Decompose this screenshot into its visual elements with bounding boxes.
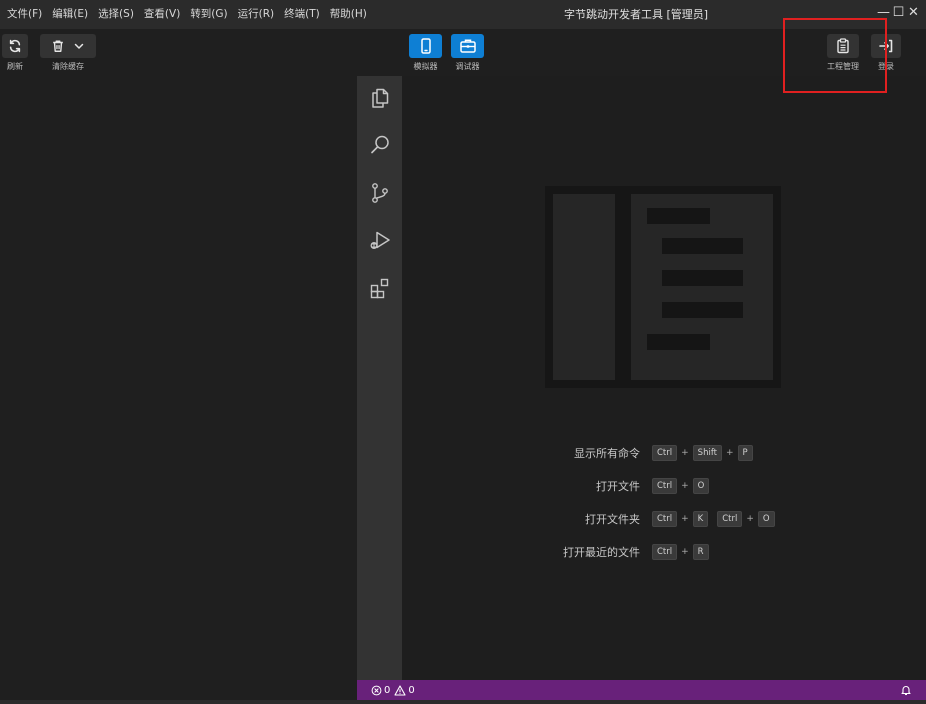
menu-bar: 文件(F) 编辑(E) 选择(S) 查看(V) 转到(G) 运行(R) 终端(T… xyxy=(0,0,372,29)
warning-count: 0 xyxy=(408,684,415,696)
run-debug-icon[interactable] xyxy=(368,228,392,252)
simulator-label: 模拟器 xyxy=(413,62,438,71)
toolbar: 刷新 清除缓存 模拟器 调试器 工程管理 登录 xyxy=(0,29,926,76)
shortcut-keys: Ctrl + R xyxy=(652,544,709,560)
shortcut-row-open-recent: 打开最近的文件 Ctrl + R xyxy=(402,543,926,561)
menu-go[interactable]: 转到(G) xyxy=(185,0,232,29)
key-ctrl: Ctrl xyxy=(652,511,678,527)
window-bottom-border xyxy=(0,700,926,704)
login-tool: 登录 xyxy=(870,34,902,72)
debugger-label: 调试器 xyxy=(455,62,480,71)
login-icon xyxy=(879,39,893,53)
minimize-button[interactable]: — xyxy=(877,3,890,21)
shortcut-row-open-file: 打开文件 Ctrl + O xyxy=(402,477,926,495)
project-manage-tool: 工程管理 xyxy=(823,34,863,72)
window-title: 字节跳动开发者工具 [管理员] xyxy=(564,8,709,21)
shortcut-label: 显示所有命令 xyxy=(574,447,640,460)
refresh-tool: 刷新 xyxy=(2,34,28,72)
key-ctrl: Ctrl xyxy=(652,445,678,461)
key-o: O xyxy=(692,478,710,494)
debugger-tool: 调试器 xyxy=(451,34,484,72)
shortcut-keys: Ctrl + O xyxy=(652,478,710,494)
clipboard-icon xyxy=(837,38,849,54)
menu-file[interactable]: 文件(F) xyxy=(2,0,47,29)
menu-edit[interactable]: 编辑(E) xyxy=(47,0,93,29)
clear-cache-button[interactable] xyxy=(40,34,96,58)
shortcut-keys: Ctrl + K Ctrl + O xyxy=(652,511,775,527)
key-shift: Shift xyxy=(692,445,722,461)
simulator-button[interactable] xyxy=(409,34,442,58)
source-control-icon[interactable] xyxy=(368,181,392,205)
refresh-label: 刷新 xyxy=(7,62,23,71)
menu-help[interactable]: 帮助(H) xyxy=(325,0,372,29)
debugger-button[interactable] xyxy=(451,34,484,58)
key-r: R xyxy=(692,544,709,560)
key-k: K xyxy=(692,511,709,527)
menu-terminal[interactable]: 终端(T) xyxy=(279,0,325,29)
login-button[interactable] xyxy=(871,34,901,58)
shortcut-row-open-folder: 打开文件夹 Ctrl + K Ctrl + O xyxy=(402,510,926,528)
shortcut-label: 打开文件夹 xyxy=(585,513,640,526)
project-manage-button[interactable] xyxy=(827,34,859,58)
error-icon xyxy=(371,685,382,695)
error-count: 0 xyxy=(384,684,391,696)
refresh-icon xyxy=(9,39,21,53)
title-bar: 文件(F) 编辑(E) 选择(S) 查看(V) 转到(G) 运行(R) 终端(T… xyxy=(0,0,926,30)
menu-selection[interactable]: 选择(S) xyxy=(93,0,139,29)
extensions-icon[interactable] xyxy=(368,276,392,300)
problems-indicator[interactable]: 0 0 xyxy=(371,680,415,700)
refresh-button[interactable] xyxy=(2,34,28,58)
simulator-tool: 模拟器 xyxy=(409,34,442,72)
chevron-down-icon[interactable] xyxy=(73,40,85,52)
key-o: O xyxy=(757,511,775,527)
clear-cache-tool: 清除缓存 xyxy=(40,34,96,72)
login-label: 登录 xyxy=(878,62,894,71)
editor-area: 显示所有命令 Ctrl + Shift + P 打开文件 Ctrl + O 打开… xyxy=(402,76,926,680)
simulator-panel-footer xyxy=(0,680,357,700)
key-ctrl: Ctrl xyxy=(652,478,678,494)
search-icon[interactable] xyxy=(368,133,392,157)
key-p: P xyxy=(737,445,753,461)
clear-cache-label: 清除缓存 xyxy=(52,62,84,71)
maximize-button[interactable]: ☐ xyxy=(892,3,905,21)
close-button[interactable]: ✕ xyxy=(907,3,920,21)
menu-run[interactable]: 运行(R) xyxy=(233,0,280,29)
menu-view[interactable]: 查看(V) xyxy=(139,0,185,29)
briefcase-icon xyxy=(459,39,476,53)
window-controls: — ☐ ✕ xyxy=(877,3,920,21)
app-window: 文件(F) 编辑(E) 选择(S) 查看(V) 转到(G) 运行(R) 终端(T… xyxy=(0,0,926,704)
warning-icon xyxy=(394,684,406,696)
status-bar: 0 0 xyxy=(357,680,926,700)
shortcut-label: 打开文件 xyxy=(596,480,640,493)
notifications-button[interactable] xyxy=(900,680,912,700)
simulator-panel xyxy=(0,76,357,680)
welcome-logo-icon xyxy=(545,186,781,388)
activity-bar xyxy=(357,76,402,680)
explorer-icon[interactable] xyxy=(368,86,392,110)
phone-icon xyxy=(420,38,431,54)
shortcut-keys: Ctrl + Shift + P xyxy=(652,445,753,461)
trash-icon xyxy=(53,40,63,52)
bell-icon xyxy=(901,686,911,696)
project-manage-label: 工程管理 xyxy=(827,62,859,71)
shortcut-label: 打开最近的文件 xyxy=(563,546,640,559)
shortcut-row-show-commands: 显示所有命令 Ctrl + Shift + P xyxy=(402,444,926,462)
key-ctrl: Ctrl xyxy=(717,511,743,527)
key-ctrl: Ctrl xyxy=(652,544,678,560)
